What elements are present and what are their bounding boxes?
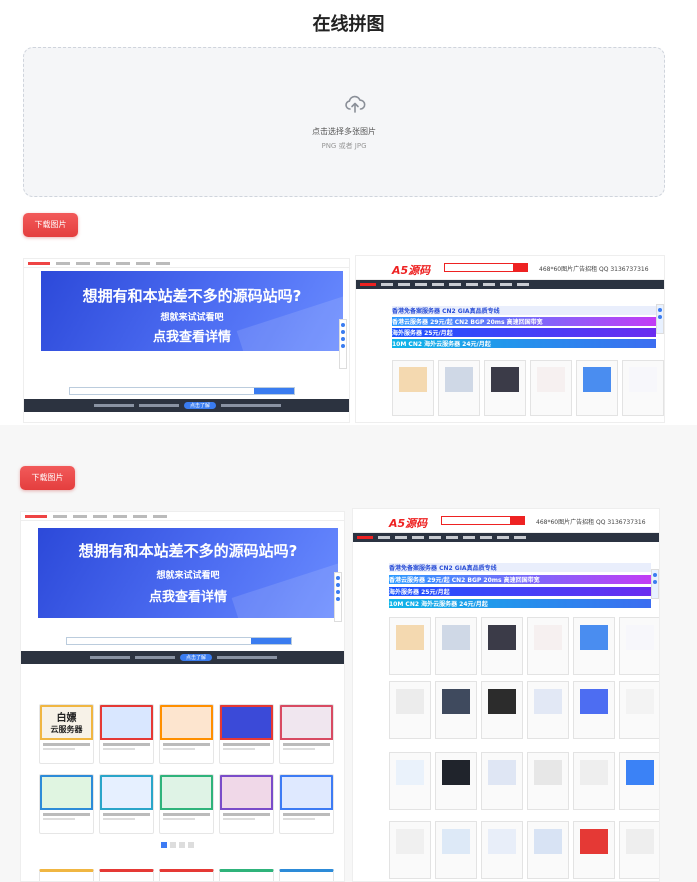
collage-image-left-2: 想拥有和本站差不多的源码站吗? 想就来试试看吧 点我查看详情 点击了解 白嫖 云…: [20, 511, 345, 882]
download-button-2[interactable]: 下载图片: [20, 466, 75, 490]
promo-banner-2: 想拥有和本站差不多的源码站吗? 想就来试试看吧 点我查看详情: [38, 528, 338, 618]
collage-image-right: A5源码 468*60图片广告招租 QQ 3136737316 香港免备案服务器…: [355, 255, 665, 423]
collage-image-right-2: A5源码 468*60图片广告招租 QQ 3136737316 香港免备案服务器…: [352, 508, 660, 882]
promo-banner: 想拥有和本站差不多的源码站吗? 想就来试试看吧 点我查看详情: [41, 271, 343, 351]
download-button-1[interactable]: 下载图片: [23, 213, 78, 237]
page-title: 在线拼图: [312, 14, 385, 35]
collage-image-left: 想拥有和本站差不多的源码站吗? 想就来试试看吧 点我查看详情 点击了解: [23, 258, 350, 423]
result-collage-2: 下载图片 想拥有和本站差不多的源码站吗? 想就来试试看吧 点我查看详情 点击了解…: [0, 425, 697, 882]
upload-cloud-icon: [345, 95, 366, 113]
upload-dropzone[interactable]: 点击选择多张图片 PNG 或者 JPG: [23, 47, 665, 197]
result-collage-1: 下载图片 想拥有和本站差不多的源码站吗? 想就来试试看吧 点我查看详情 点击了解…: [0, 210, 697, 425]
upload-instruction: 点击选择多张图片: [312, 127, 376, 136]
upload-format-hint: PNG 或者 JPG: [321, 142, 367, 150]
